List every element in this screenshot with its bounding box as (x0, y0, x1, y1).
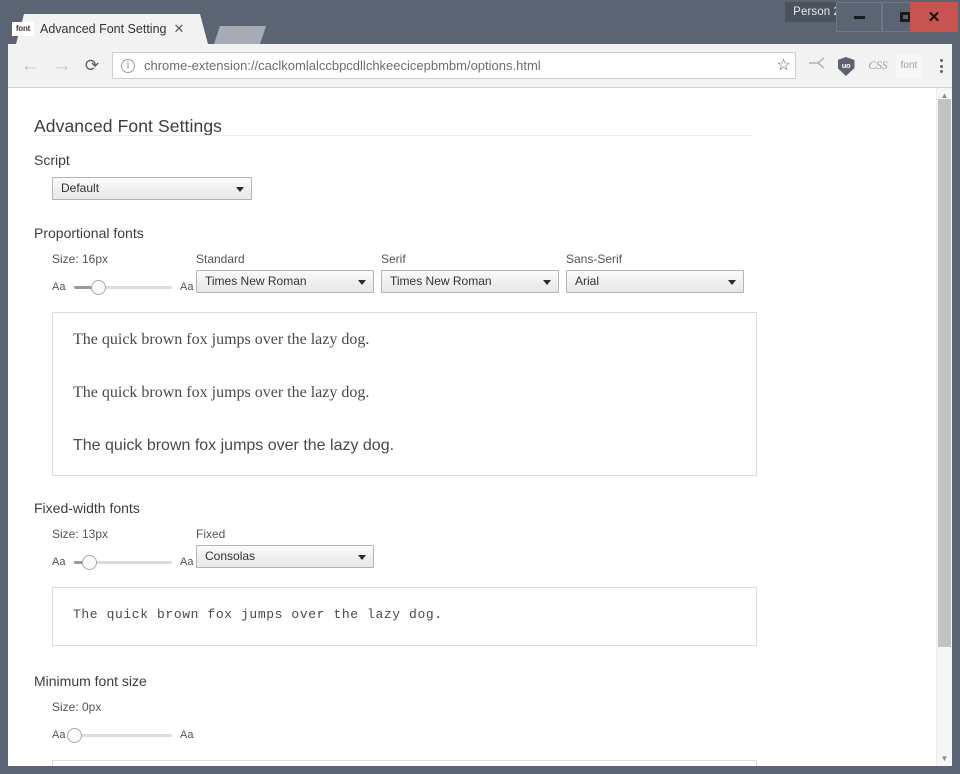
chevron-down-icon (358, 555, 366, 560)
reload-icon[interactable]: ⟳ (80, 54, 104, 78)
slider-min-label: Aa (52, 281, 66, 293)
tab-close-icon[interactable]: ✕ (172, 22, 186, 36)
site-info-icon[interactable]: i (121, 58, 135, 73)
slider-min-label: Aa (52, 556, 66, 568)
standard-font-value: Times New Roman (205, 274, 307, 288)
wrench-glyph (808, 57, 825, 69)
fixed-font-label: Fixed (196, 527, 226, 541)
page-scrollbar[interactable]: ▲ ▼ (936, 88, 952, 766)
extension-wrench-icon[interactable] (804, 54, 828, 78)
fixed-font-select[interactable]: Consolas (196, 545, 374, 568)
slider-track[interactable] (74, 280, 172, 295)
sample-fixed-text: The quick brown fox jumps over the lazy … (73, 607, 443, 622)
extension-ublock-icon[interactable]: uo (834, 54, 858, 78)
chevron-down-icon (236, 187, 244, 192)
minimum-size-label: Size: 0px (52, 700, 102, 714)
sans-serif-font-value: Arial (575, 274, 600, 288)
new-tab-button[interactable] (214, 26, 266, 44)
chevron-down-icon (543, 280, 551, 285)
serif-font-label: Serif (381, 252, 406, 266)
chevron-down-icon (358, 280, 366, 285)
serif-font-select[interactable]: Times New Roman (381, 270, 559, 293)
standard-font-select[interactable]: Times New Roman (196, 270, 374, 293)
script-select-value: Default (61, 181, 100, 195)
slider-max-label: Aa (180, 556, 194, 568)
slider-max-label: Aa (180, 729, 194, 741)
fixed-width-section-heading: Fixed-width fonts (34, 500, 140, 516)
address-bar-url: chrome-extension://caclkomlalccbpcdllchk… (144, 58, 541, 73)
browser-toolbar: ← → ⟳ i chrome-extension://caclkomlalccb… (8, 44, 952, 88)
fixed-size-label: Size: 13px (52, 527, 109, 541)
slider-min-label: Aa (52, 729, 66, 741)
options-page: Advanced Font Settings Script Default Pr… (8, 88, 936, 766)
proportional-size-slider[interactable]: Aa Aa (52, 276, 197, 298)
scroll-down-icon[interactable]: ▼ (937, 751, 952, 766)
chevron-down-icon (728, 280, 736, 285)
shield-icon: uo (837, 57, 855, 76)
sans-serif-font-label: Sans-Serif (566, 252, 623, 266)
tab-strip: font Advanced Font Settings ✕ (0, 14, 960, 44)
page-viewport: Advanced Font Settings Script Default Pr… (8, 88, 952, 766)
back-icon[interactable]: ← (18, 54, 42, 78)
sample-standard-text: The quick brown fox jumps over the lazy … (73, 331, 370, 348)
standard-font-label: Standard (196, 252, 245, 266)
extension-font-icon[interactable]: font (896, 54, 922, 78)
slider-max-label: Aa (180, 281, 194, 293)
menu-dot (939, 64, 943, 68)
title-divider (34, 135, 753, 136)
minimum-size-slider[interactable]: Aa Aa (52, 724, 197, 746)
script-select[interactable]: Default (52, 177, 252, 200)
page-title: Advanced Font Settings (34, 115, 223, 136)
fixed-font-value: Consolas (205, 549, 256, 563)
proportional-size-label: Size: 16px (52, 252, 109, 266)
forward-icon[interactable]: → (50, 54, 74, 78)
slider-thumb[interactable] (91, 280, 106, 295)
sans-serif-font-select[interactable]: Arial (566, 270, 744, 293)
sample-serif-text: The quick brown fox jumps over the lazy … (73, 384, 370, 401)
slider-track[interactable] (74, 555, 172, 570)
menu-dot (939, 70, 943, 73)
minimum-font-size-heading: Minimum font size (34, 673, 147, 689)
scrollbar-thumb[interactable] (938, 99, 951, 647)
extension-css-icon[interactable]: CSS (864, 54, 892, 78)
proportional-preview-box: The quick brown fox jumps over the lazy … (52, 312, 757, 476)
slider-thumb[interactable] (66, 728, 82, 743)
tab-title: Advanced Font Settings (40, 22, 166, 36)
sample-sans-serif-text: The quick brown fox jumps over the lazy … (73, 437, 395, 454)
minimum-preview-box (52, 760, 757, 766)
script-section-label: Script (34, 152, 70, 168)
browser-window: Person 2 ✕ font Advanced Font Settings ✕… (0, 0, 960, 774)
menu-dot (939, 59, 943, 62)
fixed-preview-box: The quick brown fox jumps over the lazy … (52, 587, 757, 646)
slider-track[interactable] (66, 728, 172, 743)
proportional-section-heading: Proportional fonts (34, 225, 144, 241)
fixed-size-slider[interactable]: Aa Aa (52, 551, 197, 573)
browser-menu-icon[interactable] (930, 54, 952, 78)
tab-favicon-icon: font (12, 22, 34, 36)
slider-thumb[interactable] (82, 555, 98, 570)
address-bar[interactable]: i chrome-extension://caclkomlalccbpcdllc… (112, 52, 796, 79)
serif-font-value: Times New Roman (390, 274, 492, 288)
bookmark-star-icon[interactable]: ☆ (771, 53, 796, 78)
